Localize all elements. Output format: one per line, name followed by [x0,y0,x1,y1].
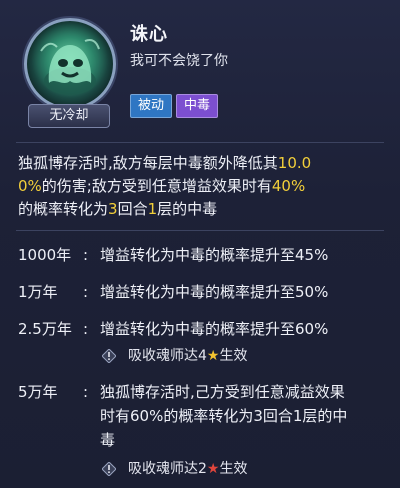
upgrade-year: 2.5万年 [18,320,72,338]
upgrade-row: 5万年 : 独孤博存活时,己方受到任意减益效果时有60%的概率转化为3回合1层的… [18,380,388,452]
warning-icon [102,349,116,363]
desc-text: 的概率转化为 [18,200,109,218]
tag-poison: 中毒 [176,94,219,118]
skill-description: 独孤博存活时,敌方每层中毒额外降低其10.0 0%的伤害;敌方受到任意增益效果时有… [18,152,388,221]
condition-row: 吸收魂师达2★生效 [102,459,322,479]
green-ghost-skill-icon [40,39,100,95]
upgrade-text: 增益转化为中毒的概率提升至50% [100,283,329,301]
gold-star-icon: ★ [206,348,220,364]
upgrade-year: 1000年 [18,246,72,264]
skill-quote: 我可不会饶了你 [130,53,228,69]
tag-passive: 被动 [130,94,173,118]
upgrade-year: 1万年 [18,283,58,301]
upgrade-text: 增益转化为中毒的概率提升至45% [100,246,329,264]
skill-icon [24,18,116,110]
desc-value: 1 [147,200,158,218]
desc-value: 3 [108,200,118,218]
desc-value: 0% [18,177,42,195]
desc-value: 10.0 [277,154,312,172]
skill-detail-panel: 无冷却 诛心 我可不会饶了你 被动 中毒 独孤博存活时,敌方每层中毒额外降低其1… [0,0,400,488]
cooldown-badge: 无冷却 [28,104,110,128]
upgrade-text: 增益转化为中毒的概率提升至60% [100,320,329,338]
condition-text: 吸收魂师达2 [128,461,207,477]
upgrade-row: 1万年 : 增益转化为中毒的概率提升至50% [18,280,388,304]
desc-value: 40% [271,177,306,195]
condition-row: 吸收魂师达4★生效 [102,346,322,366]
divider [16,230,384,231]
condition-text: 吸收魂师达4 [128,348,207,364]
desc-text: 的伤害;敌方受到任意增益效果时有 [41,177,272,195]
warning-icon [102,462,116,476]
red-star-icon: ★ [206,461,220,477]
desc-text: 回合 [117,200,148,218]
upgrade-row: 1000年 : 增益转化为中毒的概率提升至45% [18,243,388,267]
upgrade-colon: : [83,383,89,401]
upgrade-colon: : [83,246,89,264]
divider [16,142,384,143]
condition-text: 生效 [219,461,248,477]
upgrade-row: 2.5万年 : 增益转化为中毒的概率提升至60% [18,317,388,341]
condition-text: 生效 [219,348,248,364]
desc-text: 层的中毒 [157,200,218,218]
upgrade-year: 5万年 [18,383,58,401]
upgrade-text: 独孤博存活时,己方受到任意减益效果时有60%的概率转化为3回合1层的中毒 [100,383,348,449]
desc-text: 独孤博存活时,敌方每层中毒额外降低其 [18,154,278,172]
upgrade-colon: : [83,320,89,338]
upgrade-colon: : [83,283,89,301]
skill-name: 诛心 [130,24,168,45]
